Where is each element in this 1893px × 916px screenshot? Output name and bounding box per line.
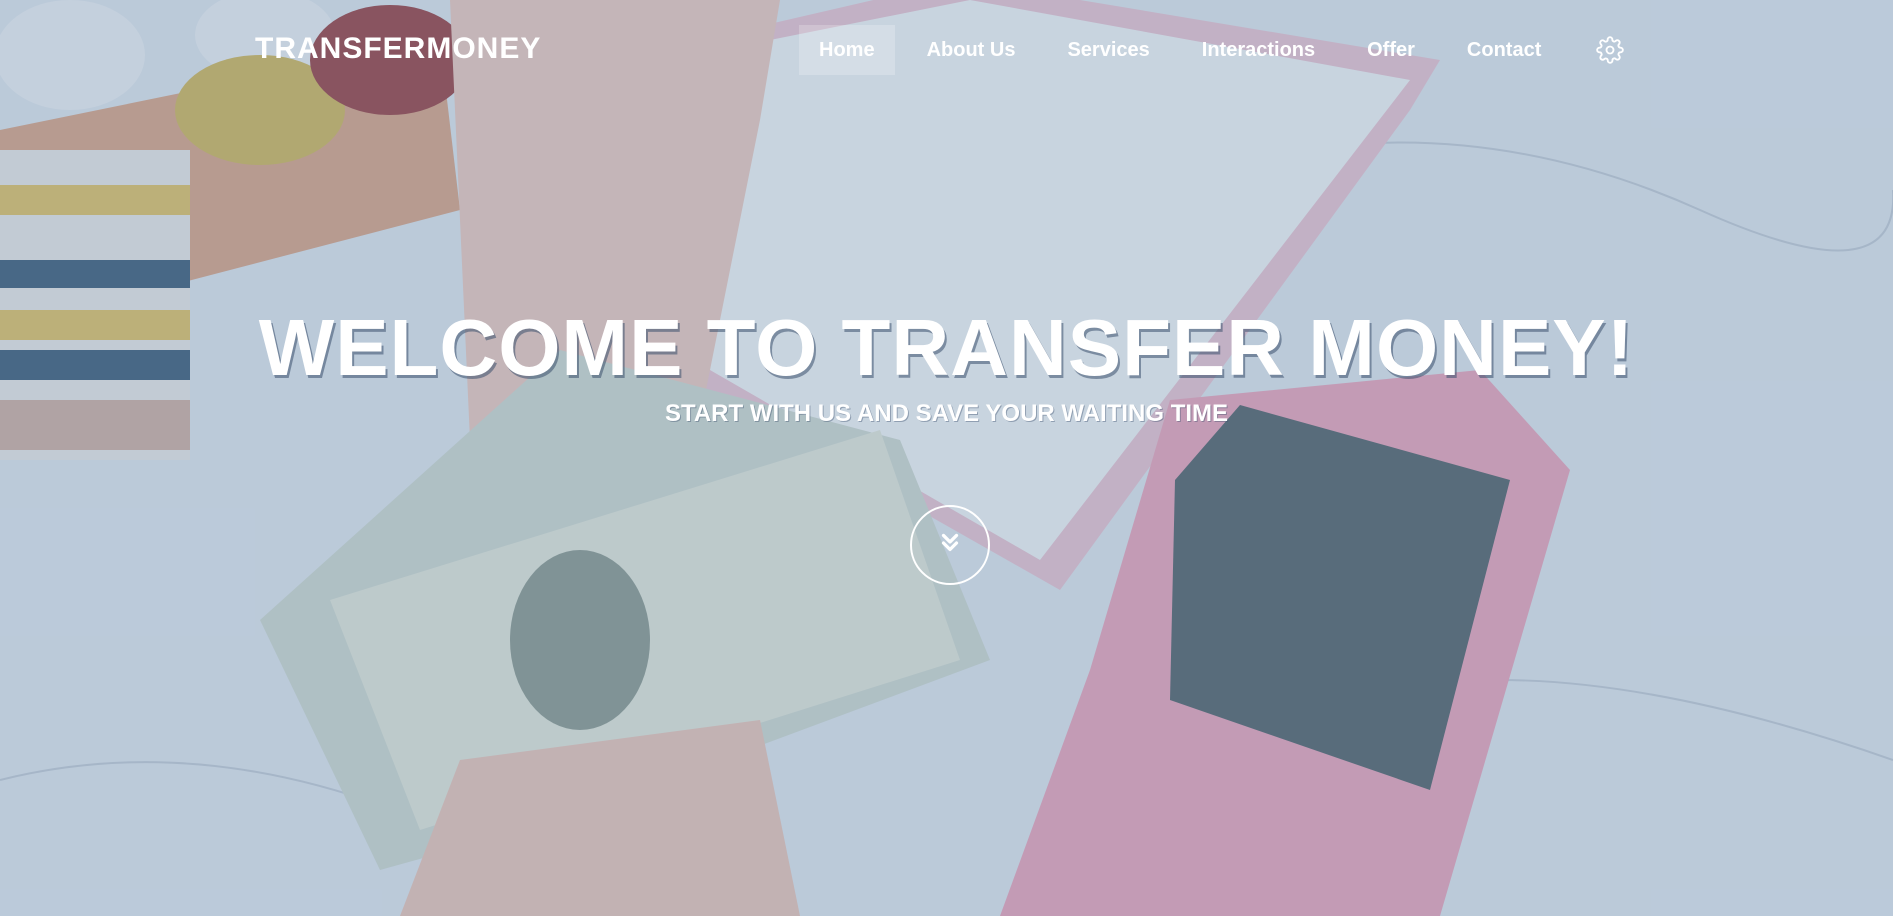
nav-item-contact: Contact [1447,25,1573,75]
nav-item-about-us: About Us [907,25,1048,75]
nav-menu: Home About Us Services Interactions Offe… [799,25,1573,75]
nav-link-about-us[interactable]: About Us [907,25,1036,75]
nav-item-services: Services [1047,25,1181,75]
nav-link-contact[interactable]: Contact [1447,25,1561,75]
hero-subtitle: START WITH US AND SAVE YOUR WAITING TIME [664,400,1229,427]
nav-item-offer: Offer [1347,25,1447,75]
navbar: TRANSFERMONEY Home About Us Services Int… [0,25,1893,75]
nav-item-home: Home [799,25,907,75]
nav-link-home[interactable]: Home [799,25,895,75]
hero-section: TRANSFERMONEY Home About Us Services Int… [0,0,1893,916]
hero-title: WELCOME TO TRANSFER MONEY! [258,303,1635,392]
hero-overlay [0,0,1893,916]
scroll-down-button[interactable] [910,505,990,585]
nav-link-interactions[interactable]: Interactions [1182,25,1335,75]
brand-logo[interactable]: TRANSFERMONEY [255,32,541,66]
gear-icon[interactable] [1596,36,1624,64]
nav-item-interactions: Interactions [1182,25,1347,75]
nav-link-services[interactable]: Services [1047,25,1169,75]
nav-link-offer[interactable]: Offer [1347,25,1435,75]
double-chevron-down-icon [937,530,963,561]
